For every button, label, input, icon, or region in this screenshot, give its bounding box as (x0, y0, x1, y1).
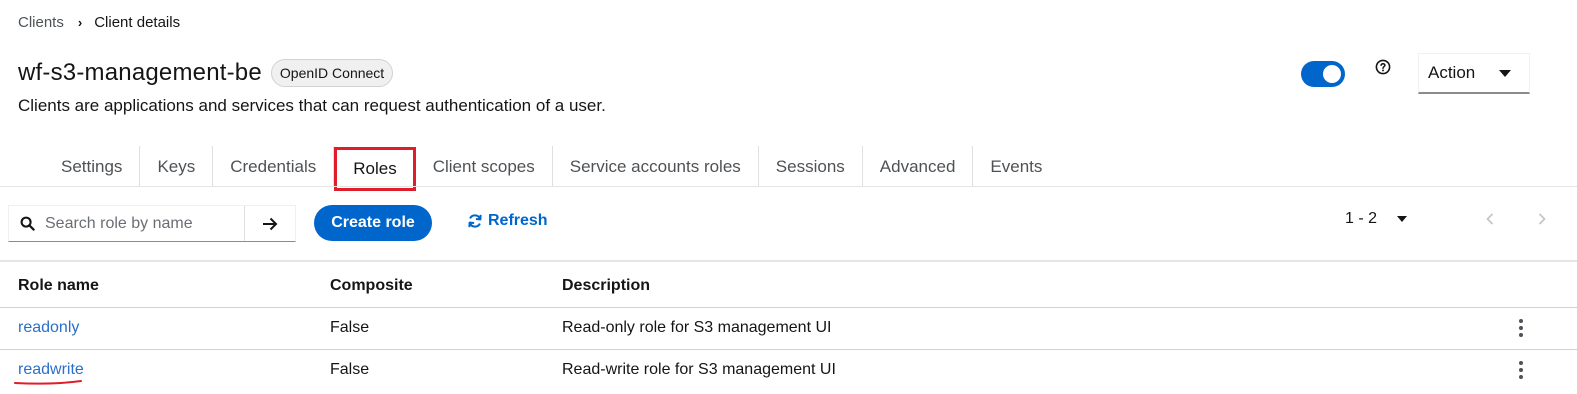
client-enabled-toggle[interactable] (1301, 60, 1345, 87)
kebab-menu-icon[interactable] (1515, 317, 1527, 339)
chevron-right-icon (1538, 213, 1546, 225)
toggle-knob (1323, 64, 1341, 83)
column-header-role-name: Role name (18, 277, 99, 294)
caret-down-icon (1499, 69, 1511, 77)
annotation-underline (14, 380, 82, 385)
tab-credentials[interactable]: Credentials (213, 146, 335, 187)
chevron-left-icon (1486, 213, 1494, 225)
search-input[interactable] (45, 214, 245, 233)
previous-page-button[interactable] (1483, 213, 1497, 225)
tab-events[interactable]: Events (973, 146, 1059, 187)
arrow-right-icon (263, 217, 278, 230)
caret-down-icon (1397, 216, 1407, 222)
page-subtitle: Clients are applications and services th… (18, 96, 606, 115)
breadcrumb-current: Client details (94, 14, 181, 31)
tab-service-accounts-roles[interactable]: Service accounts roles (553, 146, 759, 187)
table-row: readonly False Read-only role for S3 man… (0, 307, 1577, 348)
table-row: readwrite False Read-write role for S3 m… (0, 349, 1577, 390)
refresh-icon (468, 214, 482, 228)
role-name-link[interactable]: readwrite (18, 361, 84, 379)
tab-settings[interactable]: Settings (44, 146, 141, 187)
search-icon (9, 216, 45, 231)
tab-roles[interactable]: Roles (334, 147, 416, 191)
protocol-badge: OpenID Connect (270, 59, 394, 87)
question-circle-icon[interactable] (1372, 56, 1394, 78)
client-tabs: Settings Keys Credentials Roles Client s… (44, 146, 1059, 191)
action-dropdown[interactable]: Action (1418, 53, 1530, 94)
title-row: wf-s3-management-be OpenID Connect (18, 59, 394, 87)
table-header: Role name Composite Description (0, 270, 1577, 302)
kebab-menu-icon[interactable] (1515, 359, 1527, 381)
header-actions: Action (1301, 53, 1530, 94)
per-page-dropdown[interactable] (1397, 216, 1407, 222)
tab-advanced[interactable]: Advanced (863, 146, 974, 187)
search-submit-button[interactable] (244, 206, 295, 241)
tab-keys[interactable]: Keys (140, 146, 214, 187)
tab-sessions[interactable]: Sessions (759, 146, 863, 187)
page-range: 1 - 2 (1344, 210, 1377, 227)
page-title: wf-s3-management-be (18, 59, 262, 86)
pagination: 1 - 2 (1345, 210, 1549, 228)
table-top-divider (0, 260, 1577, 262)
column-header-composite: Composite (330, 277, 413, 294)
role-search (8, 205, 296, 242)
refresh-label: Refresh (488, 212, 548, 229)
composite-cell: False (330, 319, 370, 336)
next-page-button[interactable] (1535, 213, 1549, 225)
breadcrumb: Clients › Client details (18, 14, 180, 31)
tab-client-scopes[interactable]: Client scopes (416, 146, 553, 187)
composite-cell: False (330, 361, 370, 378)
column-header-description: Description (562, 277, 651, 294)
role-name-link[interactable]: readonly (18, 319, 79, 337)
tabs-divider (0, 186, 1577, 187)
refresh-button[interactable]: Refresh (467, 212, 548, 230)
create-role-button[interactable]: Create role (314, 205, 432, 241)
breadcrumb-separator-icon: › (77, 15, 83, 30)
action-dropdown-label: Action (1428, 63, 1476, 82)
breadcrumb-clients-link[interactable]: Clients (18, 14, 64, 31)
description-cell: Read-write role for S3 management UI (562, 361, 836, 378)
description-cell: Read-only role for S3 management UI (562, 319, 832, 336)
